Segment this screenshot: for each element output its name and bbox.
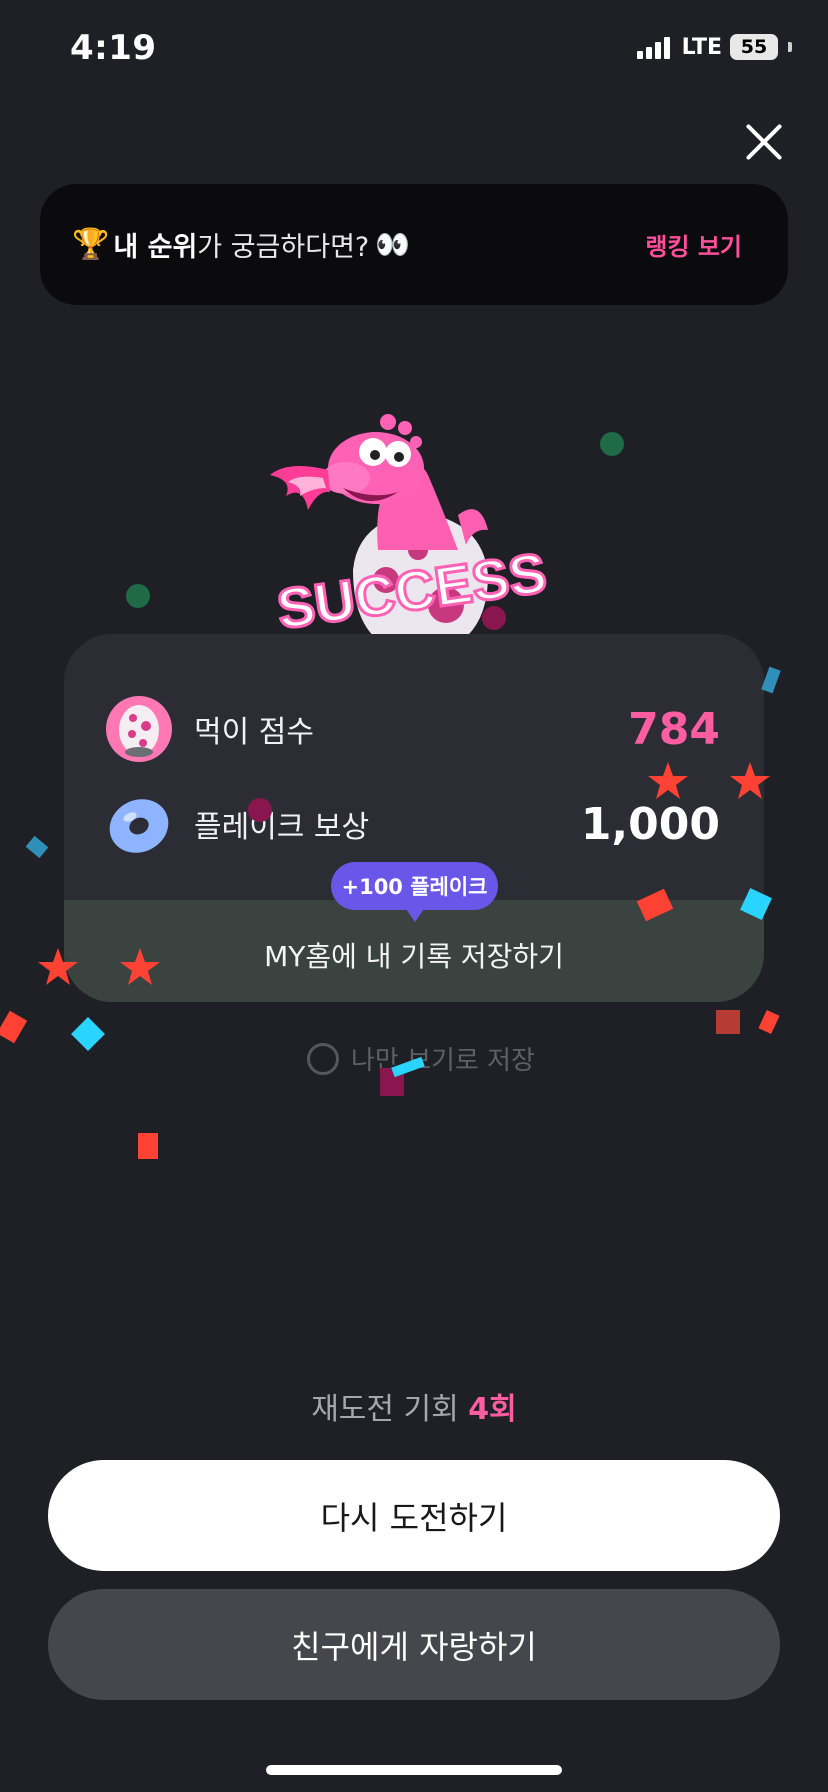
retry-count-value: 4회	[468, 1392, 517, 1427]
result-screen: 4:19 LTE 55 🏆 내 순위 가 궁금하다면? 👀 랭킹 보기 SUCC…	[0, 0, 828, 1792]
egg-icon	[106, 696, 172, 762]
battery-icon: 55	[730, 34, 778, 60]
view-ranking-link[interactable]: 랭킹 보기	[645, 227, 742, 262]
battery-cap	[788, 42, 792, 52]
score-label: 먹이 점수	[194, 715, 314, 750]
reward-row: 플레이크 보상 1,000	[106, 791, 720, 857]
donut-icon	[109, 799, 169, 853]
status-indicators: LTE 55	[636, 34, 792, 60]
save-to-my-home-label: MY홈에 내 기록 저장하기	[264, 940, 564, 973]
reward-value: 1,000	[580, 798, 720, 850]
eyes-icon: 👀	[375, 228, 411, 261]
private-save-option[interactable]: 나만 보기로 저장	[307, 1040, 535, 1077]
close-icon[interactable]	[742, 120, 786, 164]
score-row: 먹이 점수 784	[106, 696, 720, 762]
private-save-radio[interactable]	[307, 1042, 339, 1075]
retry-count: 재도전 기회 4회	[0, 1384, 828, 1428]
retry-label: 재도전 기회	[311, 1392, 459, 1427]
retry-button[interactable]: 다시 도전하기	[48, 1460, 780, 1571]
score-value: 784	[628, 703, 720, 755]
private-save-label: 나만 보기로 저장	[351, 1046, 535, 1076]
reward-label: 플레이크 보상	[194, 810, 370, 845]
ranking-prompt: 🏆 내 순위 가 궁금하다면? 👀	[72, 225, 410, 264]
ranking-highlight: 내 순위	[113, 232, 198, 263]
share-button[interactable]: 친구에게 자랑하기	[48, 1589, 780, 1700]
ranking-banner: 🏆 내 순위 가 궁금하다면? 👀 랭킹 보기	[40, 184, 788, 305]
signal-icon	[636, 35, 670, 59]
home-indicator	[266, 1765, 562, 1775]
network-type: LTE	[681, 34, 722, 60]
flake-bonus-tooltip: +100 플레이크	[331, 862, 498, 922]
result-card: 먹이 점수 784 플레이크 보상 1,000 MY홈에 내 기록 저장하기	[64, 634, 764, 1002]
ranking-text: 가 궁금하다면?	[197, 232, 370, 263]
status-time: 4:19	[70, 28, 157, 68]
trophy-icon: 🏆	[72, 227, 110, 262]
